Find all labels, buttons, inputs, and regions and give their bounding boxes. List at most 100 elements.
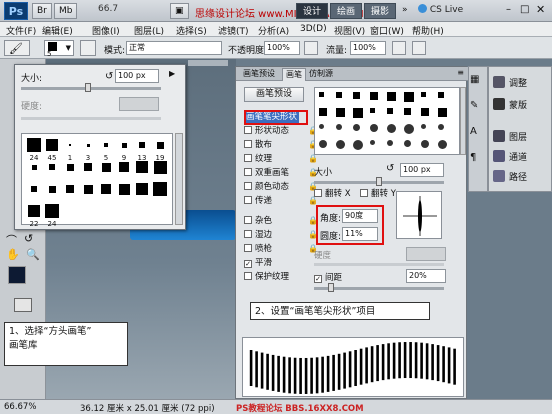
maximize-icon[interactable]: □ <box>520 4 529 15</box>
tab-brush[interactable]: 画笔 <box>282 68 306 81</box>
tip-size-reset-icon[interactable]: ↺ <box>386 163 394 174</box>
brush-tip-cell[interactable] <box>80 160 96 176</box>
brush-tip-cell[interactable]: 9 <box>116 138 132 162</box>
brush-tip-thumb[interactable] <box>438 108 447 117</box>
bridge-button[interactable]: Br <box>32 3 52 19</box>
dock-channels[interactable]: 通道 <box>493 149 527 167</box>
picker-size-slider[interactable] <box>21 87 161 90</box>
menu-3d[interactable]: 3D(D) <box>300 24 327 34</box>
brush-option-checkbox[interactable] <box>244 154 252 162</box>
brush-option-checkbox[interactable] <box>244 182 252 190</box>
shape-grid-scrollbar[interactable] <box>460 87 466 155</box>
brush-tip-thumb[interactable] <box>370 124 378 132</box>
brush-option-item[interactable]: 湿边 🔒 <box>244 229 318 241</box>
picker-menu-icon[interactable]: ▶ <box>169 69 175 78</box>
minibridge-button[interactable]: Mb <box>54 3 78 19</box>
brush-tip-cell[interactable] <box>62 182 78 198</box>
menu-view[interactable]: 视图(V) <box>334 24 365 37</box>
picker-size-slider-handle[interactable] <box>85 83 91 92</box>
menu-help[interactable]: 帮助(H) <box>412 24 444 37</box>
brush-tip-thumb[interactable] <box>336 108 345 117</box>
brush-tip-thumb[interactable] <box>319 140 327 148</box>
panel-menu-icon[interactable]: ≡ <box>457 68 464 77</box>
size-pressure-icon[interactable] <box>412 41 426 55</box>
menu-image[interactable]: 图像(I) <box>92 24 120 37</box>
brush-tool-preset-button[interactable]: 🖌 <box>4 40 30 56</box>
dock-masks[interactable]: 蒙版 <box>493 97 527 115</box>
workspace-painting[interactable]: 绘画 <box>330 3 363 19</box>
flow-input[interactable]: 100% <box>350 41 386 55</box>
menu-edit[interactable]: 编辑(E) <box>42 24 73 37</box>
workspace-more-icon[interactable]: » <box>402 5 408 15</box>
brush-tip-thumb[interactable] <box>421 92 426 97</box>
brush-option-item[interactable]: 喷枪 🔒 <box>244 243 318 255</box>
brush-tip-thumb[interactable] <box>438 140 447 149</box>
quick-mask-icon[interactable] <box>14 298 32 312</box>
workspace-design[interactable]: 设计 <box>296 3 329 19</box>
dock-layers[interactable]: 图层 <box>493 129 527 147</box>
brush-option-checkbox[interactable]: ✓ <box>244 260 252 268</box>
brush-tip-cell[interactable]: 22 <box>26 204 42 228</box>
menu-select[interactable]: 选择(S) <box>176 24 207 37</box>
flip-x-checkbox[interactable]: 翻转 X <box>314 187 351 199</box>
menu-layer[interactable]: 图层(L) <box>134 24 164 37</box>
menu-analysis[interactable]: 分析(A) <box>258 24 289 37</box>
brush-tip-cell[interactable] <box>62 160 78 176</box>
brush-option-checkbox[interactable] <box>244 244 252 252</box>
brush-option-checkbox[interactable] <box>244 216 252 224</box>
brush-tip-thumb[interactable] <box>421 140 429 148</box>
brush-tip-cell[interactable] <box>134 182 150 198</box>
brush-tip-cell[interactable] <box>44 160 60 176</box>
brush-tip-cell[interactable]: 24 <box>26 138 42 162</box>
brush-option-checkbox[interactable] <box>244 196 252 204</box>
brush-tip-cell[interactable] <box>152 160 168 176</box>
brush-option-item[interactable]: 纹理 🔒 <box>244 153 318 165</box>
tip-size-slider-handle[interactable] <box>376 177 382 186</box>
picker-scrollbar[interactable] <box>175 133 183 225</box>
brush-tip-thumb[interactable] <box>387 124 396 133</box>
brush-presets-button[interactable]: 画笔预设 <box>244 87 304 102</box>
brush-option-item[interactable]: 保护纹理 <box>244 271 289 283</box>
brush-option-checkbox[interactable] <box>244 230 252 238</box>
brush-tip-cell[interactable]: 13 <box>134 138 150 162</box>
brush-tip-cell[interactable]: 24 <box>44 204 60 228</box>
brush-tip-thumb[interactable] <box>387 108 393 114</box>
dock-character-icon[interactable]: A <box>470 126 477 137</box>
screen-mode-button[interactable]: ▣ <box>170 3 189 19</box>
brush-option-checkbox[interactable] <box>244 126 252 134</box>
brush-tip-thumb[interactable] <box>387 140 393 146</box>
brush-option-checkbox[interactable] <box>244 168 252 176</box>
brush-option-item[interactable]: 双重画笔 🔒 <box>244 167 318 179</box>
brush-tip-thumb[interactable] <box>319 108 327 116</box>
brush-tip-thumb[interactable] <box>353 108 363 118</box>
brush-tip-thumb[interactable] <box>404 92 414 102</box>
brush-option-item[interactable]: 形状动态 🔒 <box>244 125 318 137</box>
spacing-checkbox[interactable]: ✓ 间距 <box>314 271 342 283</box>
brush-tip-thumb[interactable] <box>370 92 378 100</box>
brush-option-item[interactable]: 颜色动态 🔒 <box>244 181 318 193</box>
dock-brush-icon[interactable]: ✎ <box>470 100 478 111</box>
brush-tip-cell[interactable] <box>98 160 114 176</box>
brush-option-item[interactable]: 散布 🔒 <box>244 139 318 151</box>
brush-tip-cell[interactable] <box>26 182 42 198</box>
brush-panel-toggle-icon[interactable] <box>80 40 96 56</box>
tab-brush-presets[interactable]: 画笔预设 <box>240 68 278 81</box>
zoom-level[interactable]: 66.7 <box>98 4 118 14</box>
brush-tip-thumb[interactable] <box>336 124 342 130</box>
brush-tip-cell[interactable] <box>116 160 132 176</box>
opacity-input[interactable]: 100% <box>264 41 300 55</box>
brush-option-item[interactable]: 杂色 🔒 <box>244 215 318 227</box>
dock-adjustments[interactable]: 调整 <box>493 75 527 93</box>
brush-option-checkbox[interactable] <box>244 272 252 280</box>
brush-tip-cell[interactable]: 5 <box>98 138 114 162</box>
opacity-pressure-icon[interactable] <box>304 41 318 55</box>
brush-tip-cell[interactable] <box>134 160 150 176</box>
brush-tip-thumb[interactable] <box>370 140 375 145</box>
minimize-icon[interactable]: – <box>506 4 511 15</box>
brush-option-item[interactable]: ✓ 平滑 <box>244 257 272 269</box>
brush-option-checkbox[interactable] <box>244 140 252 148</box>
menu-window[interactable]: 窗口(W) <box>370 24 404 37</box>
tab-clone-source[interactable]: 仿制源 <box>306 68 336 81</box>
brush-tip-thumb[interactable] <box>421 124 426 129</box>
menu-file[interactable]: 文件(F) <box>6 24 36 37</box>
